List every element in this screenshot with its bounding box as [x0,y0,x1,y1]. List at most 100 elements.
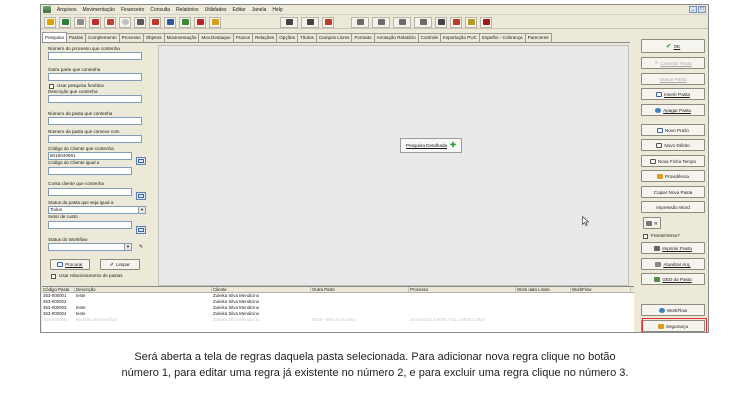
gravar-pasta-button[interactable]: Gravar Pasta [641,73,705,85]
menu-consulta[interactable]: Consulta [147,5,173,15]
ok-button[interactable]: ✔ OK [641,39,705,53]
pesquisa-detalhada-button[interactable]: Pesquisa Detalhada ✚ [400,138,462,153]
nova-ficha-tempo-button[interactable]: Nova Ficha Tempo [641,155,705,167]
table-row[interactable]: 353-000005 Revisão de Benefício Zuleika … [42,317,634,323]
toolbar-doc4-button[interactable] [414,16,432,28]
setor-input[interactable] [48,221,132,229]
toolbar-calendar-button[interactable] [164,16,176,28]
copiar-nova-pasta-button[interactable]: Copiar Nova Pasta [641,186,705,198]
menu-janela[interactable]: Janela [249,5,270,15]
menu-arquivos[interactable]: Arquivos [54,5,79,15]
toolbar-nav-first-button[interactable] [280,16,298,28]
toolbar-grid-button[interactable] [450,16,462,28]
conta-cliente-calendar-button[interactable] [136,192,146,200]
menu-editar[interactable]: Editar [230,5,249,15]
tab-processo[interactable]: Processo [118,33,144,42]
tab-pastas[interactable]: Pastas [65,33,86,42]
conta-cliente-input[interactable] [48,188,132,196]
ged-da-pasta-button[interactable]: GED da Pasta [641,273,705,285]
descricao-input[interactable] [48,95,142,103]
tab-importacao-puc[interactable]: Importação PUC [440,33,480,42]
column-header-codigo[interactable]: Código Pasta [42,287,75,292]
relacionamento-checkbox[interactable] [51,274,56,279]
toolbar-pasta-button[interactable] [59,16,71,28]
novo-debito-button[interactable]: Novo Débito [641,139,705,151]
tab-prazos[interactable]: Prazos [232,33,254,42]
outra-parte-input[interactable] [48,73,142,81]
setor-calendar-button[interactable] [136,226,146,234]
novo-prazo-button[interactable]: Novo Prazo [641,124,705,136]
toolbar-doc2-button[interactable] [372,16,390,28]
column-header-outra-parte[interactable]: Outra Parte [311,287,409,292]
toolbar-tree-button[interactable] [179,16,191,28]
toolbar-chart-button[interactable] [149,16,161,28]
tab-titulos[interactable]: Títulos [297,33,317,42]
menu-movimentacao[interactable]: Movimentação [79,5,118,15]
column-header-workflow[interactable]: WorkFlow [571,287,631,292]
tab-opcoes[interactable]: Opções [276,33,299,42]
num-processo-input[interactable] [48,52,142,60]
apagar-pasta-button[interactable]: Apagar Pasta [641,104,705,116]
toolbar-doc3-button[interactable] [393,16,411,28]
imprimir-pasta-button[interactable]: Imprimir Pasta [641,242,705,254]
toolbar-report-button[interactable] [104,16,116,28]
toolbar-document-button[interactable] [74,16,86,28]
pencil-icon[interactable]: ✎ [136,243,146,251]
impressao-word-button[interactable]: Impressão Word [641,201,705,213]
toolbar-person-button[interactable] [209,16,221,28]
toolbar-tools-button[interactable] [435,16,447,28]
minimize-button[interactable]: _ [689,6,697,13]
tab-complemento[interactable]: Complemento [84,33,120,42]
toolbar-nav-prev-button[interactable] [301,16,319,28]
toolbar-doc1-button[interactable] [351,16,369,28]
workflow-select[interactable]: ▼ [48,243,132,251]
cod-cliente-calendar-button[interactable] [136,157,146,165]
procurar-label: Procurar [65,262,83,267]
tab-anotacao-relatorio[interactable]: Anotação Relatório [373,33,419,42]
r-button[interactable]: R [643,217,661,229]
tab-movimentacao[interactable]: Movimentação [163,33,200,42]
tab-pesquisa[interactable]: Pesquisa [42,32,67,42]
apagar-pasta-label: Apagar Pasta [663,107,691,113]
tab-campos-livres[interactable]: Campos Livres [315,33,353,42]
toolbar-pdf-button[interactable] [89,16,101,28]
tab-espelho-cobranca[interactable]: Espelho - Cobrança [479,33,526,42]
inserir-pasta-button[interactable]: Inserir Pasta [641,88,705,100]
tab-formato[interactable]: Formato [351,33,375,42]
tab-pareceres[interactable]: Pareceres [524,33,552,42]
num-pasta-comeca-input[interactable] [48,135,142,143]
toolbar-clock-button[interactable] [119,16,131,28]
cod-cliente-igual-input[interactable] [48,167,132,175]
toolbar-list-button[interactable] [465,16,477,28]
tab-relacoes[interactable]: Relações [252,33,278,42]
toolbar-exit-button[interactable] [480,16,492,28]
column-header-work-data[interactable]: Work data Limite [516,287,571,292]
chevron-down-icon: ▼ [138,207,145,213]
workflow-button[interactable]: WorkFlow [641,304,705,316]
column-header-processo[interactable]: Processo [409,287,516,292]
menu-utilidades[interactable]: Utilidades [202,5,230,15]
status-select[interactable]: Todos ▼ [48,206,146,214]
procurar-button[interactable]: Procurar [50,259,90,270]
tab-mov-destaque[interactable]: Mov.Destaque [198,33,234,42]
atualizar-arq-button[interactable]: Atualizar Arq. [641,258,705,270]
menu-relatorios[interactable]: Relatórios [173,5,202,15]
num-pasta-input[interactable] [48,117,142,125]
status-select-value: Todos [50,207,63,212]
toolbar-car-button[interactable] [194,16,206,28]
tab-controle[interactable]: Controle [417,33,442,42]
toolbar-page-button[interactable] [134,16,146,28]
column-header-descricao[interactable]: Descrição [75,287,212,292]
toolbar-import-button[interactable] [322,16,334,28]
menu-financeiro[interactable]: Financeiro [118,5,147,15]
maximize-button[interactable]: □ [698,6,706,13]
frente-verso-checkbox[interactable] [643,234,648,239]
limpar-button[interactable]: ✐ Limpar [100,259,140,270]
tab-objetos[interactable]: Objetos [142,33,165,42]
providencia-button[interactable]: Providência [641,170,705,182]
toolbar-star-button[interactable] [44,16,56,28]
column-header-cliente[interactable]: Cliente [212,287,311,292]
cod-cliente-input[interactable]: 8018040691 [48,152,132,160]
menu-help[interactable]: Help [269,5,285,15]
cancelar-pasta-button[interactable]: ✕ Cancelar Pasta [641,57,705,69]
